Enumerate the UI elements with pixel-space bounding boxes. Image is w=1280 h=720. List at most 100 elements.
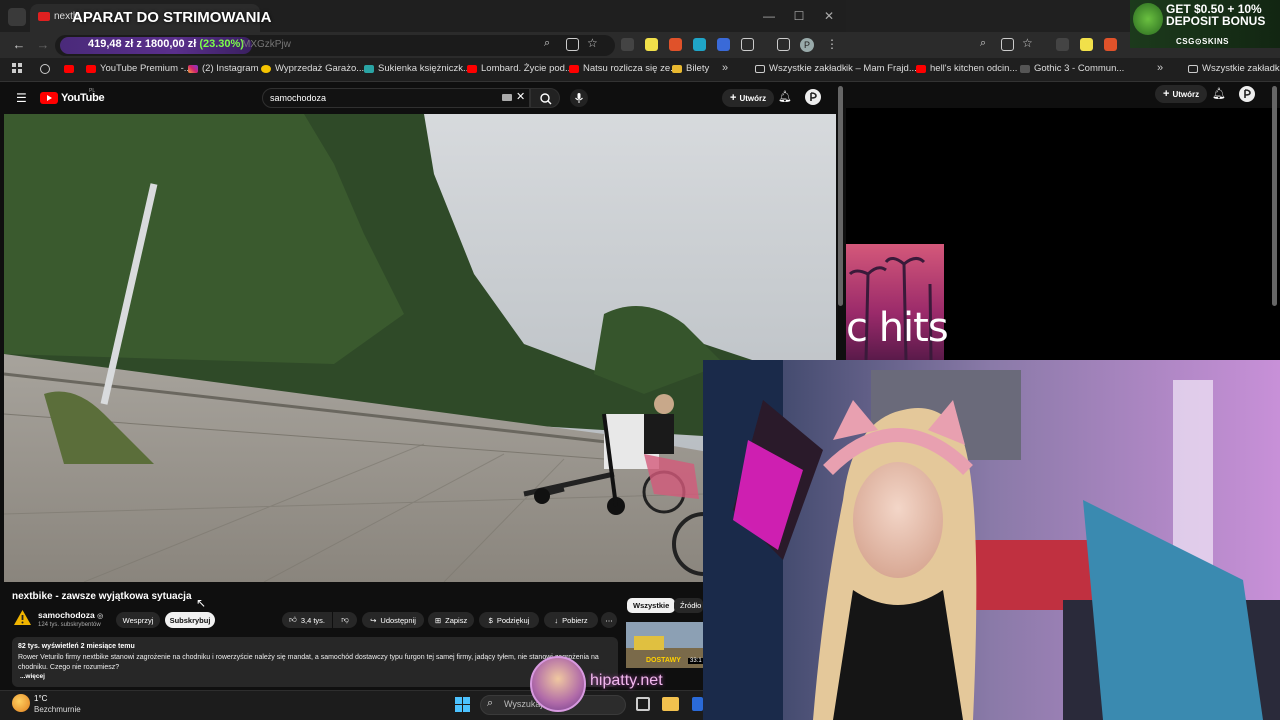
zoom-icon[interactable]: ⌕: [980, 37, 986, 50]
notifications-bell-icon[interactable]: 🔔︎: [1212, 87, 1226, 100]
ad-character-icon: [1133, 3, 1163, 35]
extension-icon[interactable]: [621, 38, 634, 51]
bookmark-item[interactable]: Natsu rozlicza się ze...: [569, 63, 678, 74]
weather-description[interactable]: Bezchmurnie: [34, 705, 81, 714]
youtube-favicon-icon: [64, 65, 74, 73]
tab-search-button[interactable]: [8, 8, 26, 26]
ad-brand: CSG⊙SKINS: [1176, 37, 1229, 46]
create-button[interactable]: + Utwórz: [1155, 85, 1208, 103]
all-bookmarks-folder[interactable]: Wszystkie zakładki: [1188, 63, 1280, 74]
microphone-icon[interactable]: [570, 89, 588, 107]
create-button[interactable]: + Utwórz: [722, 89, 775, 107]
right-page-scrollbar[interactable]: [1272, 86, 1277, 306]
profile-avatar[interactable]: P: [800, 38, 814, 52]
bookmark-item[interactable]: Lombard. Życie pod...: [467, 63, 573, 74]
share-icon: ↪: [370, 615, 377, 625]
windows-start-icon[interactable]: [455, 697, 470, 712]
account-avatar[interactable]: [1239, 86, 1255, 102]
bookmarks-overflow-icon[interactable]: »: [1157, 62, 1163, 74]
bookmarks-overflow-icon[interactable]: »: [722, 62, 728, 74]
bookmark-item[interactable]: Wyprzedaż Garażo...: [261, 63, 364, 74]
youtube-logo-text[interactable]: YouTube: [61, 92, 105, 104]
thumbs-up-icon: 👍︎: [288, 615, 297, 624]
more-actions-icon[interactable]: ⋯: [601, 612, 617, 628]
bookmark-item[interactable]: ik – Mam Frajd...: [846, 63, 917, 74]
extension-icon[interactable]: [1080, 38, 1093, 51]
subscribe-button[interactable]: Subskrybuj: [165, 612, 215, 628]
support-button[interactable]: Wesprzyj: [116, 612, 160, 628]
price-from: z 1800,00 zł: [136, 38, 197, 50]
like-button[interactable]: 👍︎ 3,4 tys.: [282, 612, 332, 628]
close-icon[interactable]: ✕: [822, 9, 836, 23]
download-button[interactable]: ↓ Pobierz: [544, 612, 598, 628]
chip-all[interactable]: Wszystkie: [627, 598, 676, 613]
search-button[interactable]: [530, 88, 560, 108]
share-button[interactable]: ↪ Udostępnij: [362, 612, 424, 628]
install-app-icon[interactable]: [566, 38, 579, 51]
price-current: 419,48 zł: [88, 38, 134, 50]
price-gain: (23.30%): [199, 38, 244, 50]
video-title: nextbike - zawsze wyjątkowa sytuacja: [12, 591, 192, 602]
all-bookmarks-folder[interactable]: Wszystkie zakładki: [755, 63, 849, 74]
stream-overlay-title: APARAT DO STRIMOWANIA: [72, 9, 272, 26]
minimize-icon[interactable]: —: [762, 9, 776, 23]
weather-icon[interactable]: [12, 694, 30, 712]
task-view-icon[interactable]: [636, 697, 650, 711]
extension-icon[interactable]: [693, 38, 706, 51]
search-icon: ⌕: [487, 697, 494, 709]
thanks-button[interactable]: $ Podziękuj: [479, 612, 539, 628]
price-extension-badge[interactable]: 419,48 zł z 1800,00 zł (23.30%): [60, 37, 252, 54]
extension-icon[interactable]: [1056, 38, 1069, 51]
url-text: MXGzkPjw: [242, 39, 291, 50]
weather-temperature[interactable]: 1°C: [34, 694, 47, 703]
bookmark-item[interactable]: Sukienka księżniczk...: [364, 63, 471, 74]
extension-icon[interactable]: [1104, 38, 1117, 51]
channel-avatar[interactable]: [13, 609, 32, 626]
notifications-bell-icon[interactable]: 🔔︎: [778, 90, 792, 103]
extension-icon[interactable]: [717, 38, 730, 51]
forward-icon[interactable]: →: [35, 37, 51, 52]
playlist-thumbnail-text: c hits: [846, 305, 949, 351]
apps-grid-icon[interactable]: [12, 63, 22, 73]
extension-icon[interactable]: [645, 38, 658, 51]
webcam-overlay: [703, 360, 1280, 720]
save-button[interactable]: ⊞ Zapisz: [428, 612, 474, 628]
bookmark-star-icon[interactable]: ☆: [1022, 36, 1033, 50]
stream-watermark: hipatty.net: [590, 672, 663, 689]
media-control-icon[interactable]: [777, 38, 790, 51]
page-scrollbar[interactable]: [838, 86, 843, 306]
extension-icon[interactable]: [669, 38, 682, 51]
file-explorer-icon[interactable]: [662, 697, 679, 711]
bookmark-favicon-icon: [40, 64, 50, 74]
hamburger-menu-icon[interactable]: ☰: [16, 92, 27, 104]
bookmark-item[interactable]: hell's kitchen odcin...: [916, 63, 1017, 74]
ad-subheadline: DEPOSIT BONUS: [1166, 14, 1266, 28]
store-icon[interactable]: [692, 697, 703, 711]
channel-subscribers: 124 tys. subskrybentów: [38, 622, 101, 628]
bookmark-item[interactable]: YouTube Premium -...: [86, 63, 192, 74]
video-duration: 33:1: [688, 658, 704, 664]
chip-source[interactable]: Źródło: [674, 598, 703, 613]
thumbs-down-icon: 👎︎: [341, 615, 349, 624]
back-icon[interactable]: ←: [11, 37, 27, 52]
extensions-puzzle-icon[interactable]: [741, 38, 754, 51]
search-value: samochodoza: [270, 93, 327, 103]
youtube-logo-icon[interactable]: [40, 92, 58, 104]
youtube-favicon-icon: [38, 12, 50, 21]
description-more-link[interactable]: ...więcej: [20, 673, 45, 680]
account-avatar[interactable]: [805, 89, 821, 105]
menu-kebab-icon[interactable]: ⋮: [826, 37, 838, 51]
bookmark-item[interactable]: Bilety: [672, 63, 709, 74]
bookmark-item[interactable]: Gothic 3 - Commun...: [1020, 63, 1124, 74]
maximize-icon[interactable]: ☐: [792, 9, 806, 23]
mouse-cursor-icon: ↖: [196, 596, 207, 610]
channel-name[interactable]: samochodoza ◎: [38, 610, 103, 620]
install-app-icon[interactable]: [1001, 38, 1014, 51]
keyboard-icon[interactable]: [502, 94, 512, 101]
clear-search-icon[interactable]: ✕: [516, 90, 525, 103]
zoom-icon[interactable]: ⌕: [544, 37, 550, 50]
svg-text:DOSTAWY: DOSTAWY: [646, 657, 681, 664]
dislike-button[interactable]: 👎︎: [333, 612, 357, 628]
bookmark-star-icon[interactable]: ☆: [587, 36, 598, 50]
bookmark-item[interactable]: (2) Instagram: [188, 63, 259, 74]
